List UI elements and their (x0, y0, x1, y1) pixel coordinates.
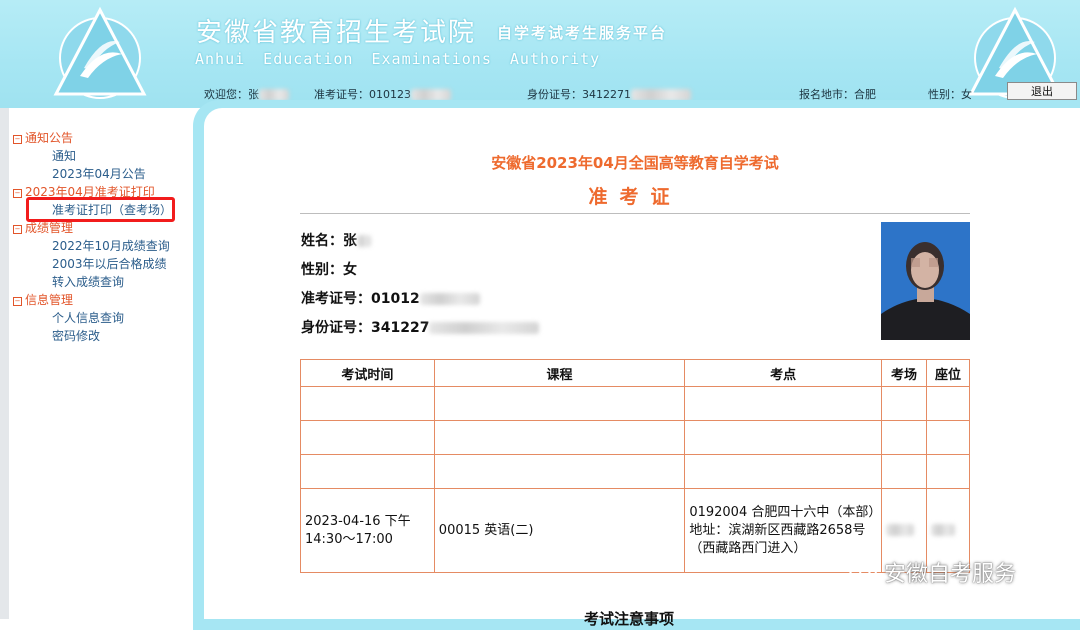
divider (300, 213, 970, 214)
nav-group-info[interactable]: − 信息管理 (13, 291, 73, 308)
wechat-icon (849, 561, 877, 582)
site-subtitle: 自学考试考生服务平台 (497, 24, 668, 42)
admission-card-title: 准考证 (588, 186, 682, 208)
collapse-icon[interactable]: − (13, 135, 22, 144)
column-header-site: 考点 (684, 359, 883, 387)
logout-button[interactable]: 退出 (1007, 82, 1077, 100)
exam-schedule-table: 考试时间 课程 考点 考场 座位 2023-04-16 下午 14:30～17:… (300, 359, 971, 573)
nav-item-personal-info[interactable]: 个人信息查询 (52, 309, 124, 326)
collapse-icon[interactable]: − (13, 225, 22, 234)
nav-item-score-2022[interactable]: 2022年10月成绩查询 (52, 237, 170, 254)
collapse-icon[interactable]: − (13, 297, 22, 306)
candidate-name: 姓名：张 (301, 230, 371, 250)
exam-course: 00015 英语(二) (433, 488, 686, 573)
table-row (300, 386, 971, 421)
column-header-course: 课程 (433, 359, 686, 387)
candidate-ticket-number: 准考证号：01012 (301, 288, 480, 308)
site-title: 安徽省教育招生考试院 (196, 18, 477, 48)
nav-item-change-password[interactable]: 密码修改 (52, 327, 100, 344)
highlight-annotation (26, 197, 175, 222)
nav-item-transfer-score[interactable]: 转入成绩查询 (52, 273, 124, 290)
nav-item-score-2003[interactable]: 2003年以后合格成绩 (52, 255, 167, 272)
candidate-id-number: 身份证号：341227 (301, 317, 540, 337)
collapse-icon[interactable]: − (13, 189, 22, 198)
site-english-name: Anhui Education Examinations Authority (195, 50, 601, 68)
table-row (300, 420, 971, 455)
watermark: 安徽自考服务 (884, 562, 1017, 587)
window-edge (0, 108, 9, 619)
authority-logo-icon (53, 6, 147, 99)
exam-title: 安徽省2023年04月全国高等教育自学考试 (491, 154, 779, 172)
nav-item-notice[interactable]: 通知 (52, 147, 76, 164)
nav-group-notices[interactable]: − 通知公告 (13, 129, 73, 146)
exam-time: 2023-04-16 下午 14:30～17:00 (300, 488, 435, 573)
table-row (300, 454, 971, 489)
nav-item-april-announcement[interactable]: 2023年04月公告 (52, 165, 146, 182)
candidate-photo (881, 222, 970, 340)
column-header-seat: 座位 (925, 359, 971, 387)
column-header-room: 考场 (881, 359, 927, 387)
person-silhouette-icon (881, 222, 970, 340)
candidate-gender: 性别：女 (301, 262, 357, 278)
header-banner: 安徽省教育招生考试院 自学考试考生服务平台 Anhui Education Ex… (0, 0, 1080, 108)
column-header-time: 考试时间 (300, 359, 435, 387)
